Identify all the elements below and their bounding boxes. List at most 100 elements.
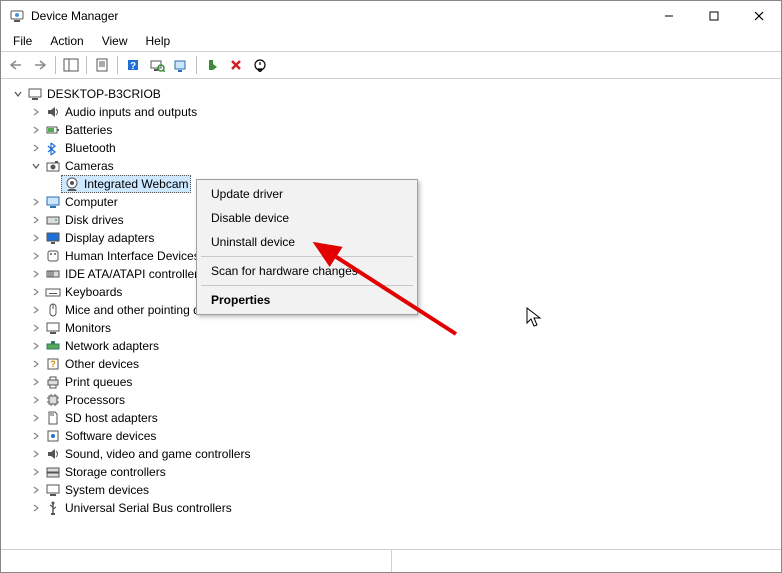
toolbar-separator — [117, 56, 118, 74]
tree-category[interactable]: Print queues — [7, 373, 775, 391]
chevron-right-icon[interactable] — [29, 501, 43, 515]
toolbar-separator — [86, 56, 87, 74]
chevron-right-icon[interactable] — [29, 447, 43, 461]
tree-category[interactable]: Network adapters — [7, 337, 775, 355]
chevron-right-icon[interactable] — [29, 267, 43, 281]
chevron-right-icon[interactable] — [29, 357, 43, 371]
category-icon — [45, 194, 61, 210]
tree-category[interactable]: Sound, video and game controllers — [7, 445, 775, 463]
disable-device-button[interactable] — [249, 54, 271, 76]
chevron-right-icon[interactable] — [29, 249, 43, 263]
chevron-right-icon[interactable] — [29, 285, 43, 299]
chevron-right-icon[interactable] — [29, 321, 43, 335]
category-icon — [45, 500, 61, 516]
category-icon — [45, 338, 61, 354]
back-button[interactable] — [5, 54, 27, 76]
tree-item-label: Keyboards — [65, 283, 122, 301]
chevron-down-icon[interactable] — [29, 159, 43, 173]
show-hide-console-tree-button[interactable] — [60, 54, 82, 76]
tree-category[interactable]: Software devices — [7, 427, 775, 445]
update-driver-button[interactable] — [170, 54, 192, 76]
status-pane-left — [1, 550, 392, 572]
chevron-right-icon[interactable] — [29, 231, 43, 245]
category-icon — [45, 464, 61, 480]
tree-item-label: Storage controllers — [65, 463, 166, 481]
tree-category[interactable]: Storage controllers — [7, 463, 775, 481]
titlebar: Device Manager — [1, 1, 781, 31]
statusbar — [1, 549, 781, 572]
tree-category[interactable]: Bluetooth — [7, 139, 775, 157]
chevron-down-icon[interactable] — [11, 87, 25, 101]
tree-item-label: Integrated Webcam — [84, 175, 189, 193]
context-uninstall-device[interactable]: Uninstall device — [197, 230, 417, 254]
tree-item-label: Batteries — [65, 121, 112, 139]
menu-view[interactable]: View — [94, 32, 136, 50]
category-icon — [45, 446, 61, 462]
tree-category[interactable]: SD host adapters — [7, 409, 775, 427]
app-icon — [9, 8, 25, 24]
category-icon — [45, 212, 61, 228]
maximize-button[interactable] — [691, 1, 736, 31]
menu-action[interactable]: Action — [42, 32, 91, 50]
chevron-right-icon[interactable] — [29, 303, 43, 317]
tree-device[interactable]: Integrated Webcam — [61, 175, 191, 193]
tree-category[interactable]: Monitors — [7, 319, 775, 337]
tree-item-label: Monitors — [65, 319, 111, 337]
category-icon — [45, 230, 61, 246]
tree-item-label: Computer — [65, 193, 118, 211]
scan-hardware-button[interactable] — [146, 54, 168, 76]
category-icon — [45, 392, 61, 408]
context-update-driver[interactable]: Update driver — [197, 182, 417, 206]
minimize-button[interactable] — [646, 1, 691, 31]
context-scan-hardware[interactable]: Scan for hardware changes — [197, 259, 417, 283]
tree-item-label: Universal Serial Bus controllers — [65, 499, 232, 517]
tree-pane[interactable]: DESKTOP-B3CRIOB Audio inputs and outputs… — [1, 79, 781, 549]
enable-device-button[interactable] — [201, 54, 223, 76]
computer-icon — [27, 86, 43, 102]
tree-category[interactable]: Batteries — [7, 121, 775, 139]
properties-button[interactable] — [91, 54, 113, 76]
uninstall-device-button[interactable] — [225, 54, 247, 76]
webcam-icon — [64, 176, 80, 192]
category-icon — [45, 302, 61, 318]
close-button[interactable] — [736, 1, 781, 31]
context-properties[interactable]: Properties — [197, 288, 417, 312]
chevron-right-icon[interactable] — [29, 213, 43, 227]
context-menu: Update driver Disable device Uninstall d… — [196, 179, 418, 315]
tree-root[interactable]: DESKTOP-B3CRIOB — [7, 85, 775, 103]
forward-button[interactable] — [29, 54, 51, 76]
chevron-right-icon[interactable] — [29, 429, 43, 443]
chevron-right-icon[interactable] — [29, 393, 43, 407]
tree-category[interactable]: Cameras — [7, 157, 775, 175]
category-icon — [45, 410, 61, 426]
menu-file[interactable]: File — [5, 32, 40, 50]
chevron-right-icon[interactable] — [29, 141, 43, 155]
chevron-right-icon[interactable] — [29, 411, 43, 425]
chevron-right-icon[interactable] — [29, 105, 43, 119]
chevron-right-icon[interactable] — [29, 465, 43, 479]
tree-item-label: Disk drives — [65, 211, 124, 229]
tree-category[interactable]: System devices — [7, 481, 775, 499]
tree-item-label: Sound, video and game controllers — [65, 445, 250, 463]
chevron-right-icon[interactable] — [29, 195, 43, 209]
category-icon — [45, 104, 61, 120]
context-disable-device[interactable]: Disable device — [197, 206, 417, 230]
category-icon — [45, 284, 61, 300]
toolbar: ? — [1, 51, 781, 79]
svg-text:?: ? — [130, 61, 136, 72]
chevron-right-icon[interactable] — [29, 483, 43, 497]
chevron-right-icon[interactable] — [29, 375, 43, 389]
menu-separator — [201, 285, 413, 286]
category-icon — [45, 374, 61, 390]
tree-category[interactable]: Universal Serial Bus controllers — [7, 499, 775, 517]
chevron-right-icon[interactable] — [29, 123, 43, 137]
tree-category[interactable]: ?Other devices — [7, 355, 775, 373]
tree-category[interactable]: Processors — [7, 391, 775, 409]
status-pane-right — [392, 550, 782, 572]
tree-category[interactable]: Audio inputs and outputs — [7, 103, 775, 121]
tree-item-label: Processors — [65, 391, 125, 409]
chevron-right-icon[interactable] — [29, 339, 43, 353]
menu-help[interactable]: Help — [138, 32, 179, 50]
help-button[interactable]: ? — [122, 54, 144, 76]
tree-item-label: Cameras — [65, 157, 114, 175]
